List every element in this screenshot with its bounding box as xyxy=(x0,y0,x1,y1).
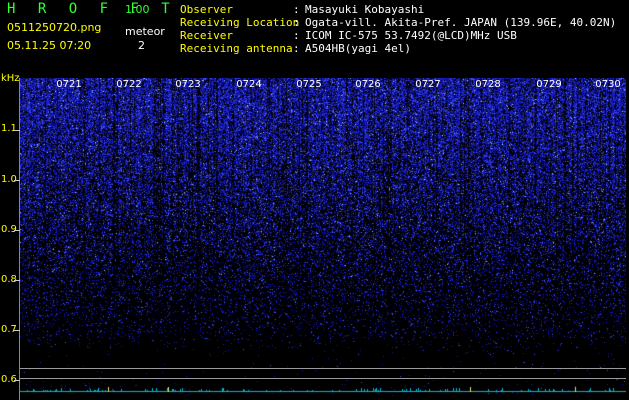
time-label: 0730 xyxy=(595,79,621,90)
app-version: 1.00 xyxy=(125,3,150,16)
meteor-count: 2 xyxy=(138,39,145,52)
info-value: Masayuki Kobayashi xyxy=(305,3,425,16)
info-row-receiver: Receiver: ICOM IC-575 53.7492(@LCD)MHz US… xyxy=(180,29,616,42)
info-value: ICOM IC-575 53.7492(@LCD)MHz USB xyxy=(305,29,517,42)
meteor-label: meteor xyxy=(125,25,165,38)
image-filename: 0511250720.png xyxy=(7,21,102,34)
info-colon: : xyxy=(293,29,300,42)
station-info: Observer: Masayuki Kobayashi Receiving Lo… xyxy=(180,3,616,55)
info-key: Receiving Location xyxy=(180,16,300,29)
time-label: 0727 xyxy=(415,79,441,90)
info-colon: : xyxy=(293,3,300,16)
time-label: 0721 xyxy=(56,79,82,90)
info-key: Receiving antenna xyxy=(180,42,293,55)
info-value: Ogata-vill. Akita-Pref. JAPAN (139.96E, … xyxy=(305,16,617,29)
info-key: Observer xyxy=(180,3,233,16)
capture-datetime: 05.11.25 07:20 xyxy=(7,39,92,52)
frequency-axis: 1.1 1.0 0.9 0.8 0.7 0.6 xyxy=(0,78,20,400)
spectrogram-area: 0721 0722 0723 0724 0725 0726 0727 0728 … xyxy=(20,78,626,396)
spectrogram-canvas xyxy=(20,78,626,396)
header-panel: H R O F F T 1.00 0511250720.png meteor 0… xyxy=(0,0,629,78)
time-label: 0729 xyxy=(536,79,562,90)
time-label: 0724 xyxy=(236,79,262,90)
time-label: 0723 xyxy=(175,79,201,90)
app-title: H R O F F T xyxy=(7,1,177,17)
time-label: 0728 xyxy=(475,79,501,90)
time-label: 0725 xyxy=(296,79,322,90)
reference-line xyxy=(20,378,626,379)
time-label: 0726 xyxy=(355,79,381,90)
info-colon: : xyxy=(293,42,300,55)
info-colon: : xyxy=(293,16,300,29)
freq-tick-label: 1.1 xyxy=(1,123,17,134)
info-value: A504HB(yagi 4el) xyxy=(305,42,411,55)
time-label: 0722 xyxy=(116,79,142,90)
info-key: Receiver xyxy=(180,29,233,42)
info-row-observer: Observer: Masayuki Kobayashi xyxy=(180,3,616,16)
info-row-antenna: Receiving antenna: A504HB(yagi 4el) xyxy=(180,42,616,55)
hrofft-spectrogram-window: H R O F F T 1.00 0511250720.png meteor 0… xyxy=(0,0,629,400)
info-row-location: Receiving Location: Ogata-vill. Akita-Pre… xyxy=(180,16,616,29)
reference-line xyxy=(20,368,626,369)
